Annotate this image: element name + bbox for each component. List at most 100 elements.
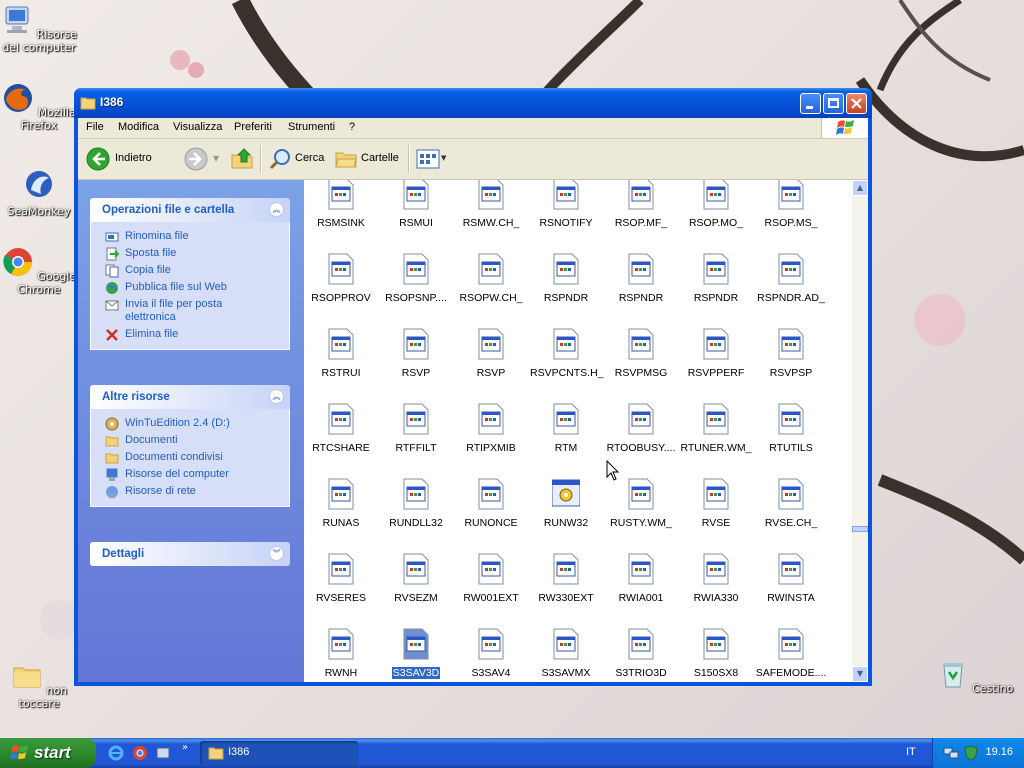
forward-dropdown-arrow[interactable]: ▼ xyxy=(213,154,219,163)
file-item[interactable]: RTUNER.WM_ xyxy=(679,403,753,454)
language-indicator[interactable]: IT xyxy=(906,746,916,758)
task-delete-file[interactable]: Elimina file xyxy=(91,326,289,343)
desktop-icon-chrome[interactable]: Google Chrome xyxy=(0,246,78,296)
start-button[interactable]: start xyxy=(0,738,96,768)
file-item[interactable]: RWIA001 xyxy=(604,553,678,604)
file-item[interactable]: RSVP xyxy=(379,328,453,379)
maximize-button[interactable] xyxy=(823,93,844,114)
file-item[interactable]: RSOPSNP.... xyxy=(379,253,453,304)
other-places-header[interactable]: Altre risorse ︽ xyxy=(90,385,290,409)
file-item[interactable]: RSPNDR xyxy=(529,253,603,304)
file-item[interactable]: RVSERES xyxy=(304,553,378,604)
place-documents[interactable]: Documenti xyxy=(91,432,289,449)
desktop-icon-folder[interactable]: non toccare xyxy=(0,660,78,710)
file-item[interactable]: S3SAV4 xyxy=(454,628,528,679)
menu-visualizza[interactable]: Visualizza xyxy=(173,121,222,133)
file-item[interactable]: RW330EXT xyxy=(529,553,603,604)
file-item[interactable]: RTIPXMIB xyxy=(454,403,528,454)
quicklaunch-expand-icon[interactable]: » xyxy=(182,742,188,753)
vertical-scrollbar[interactable]: ▲ ▼ xyxy=(852,180,868,682)
views-button[interactable]: ▼ xyxy=(414,147,448,171)
expand-chevron-icon[interactable]: ︾ xyxy=(269,546,284,561)
file-item[interactable]: RTFFILT xyxy=(379,403,453,454)
file-item[interactable]: RUNW32 xyxy=(529,478,603,529)
close-button[interactable] xyxy=(846,93,867,114)
file-item[interactable]: RSMSINK xyxy=(304,180,378,229)
file-item[interactable]: RTOOBUSY.... xyxy=(604,403,678,454)
file-item[interactable]: RTUTILS xyxy=(754,403,828,454)
menu-preferiti[interactable]: Preferiti xyxy=(234,121,272,133)
desktop-icon-seamonkey[interactable]: SeaMonkey xyxy=(0,168,78,218)
place-my-computer[interactable]: Risorse del computer xyxy=(91,466,289,483)
minimize-button[interactable] xyxy=(800,93,821,114)
file-item[interactable]: RSVPSP xyxy=(754,328,828,379)
collapse-chevron-icon[interactable]: ︽ xyxy=(269,202,284,217)
scroll-up-button[interactable]: ▲ xyxy=(852,180,868,196)
menu-strumenti[interactable]: Strumenti xyxy=(288,121,335,133)
taskbar-item-i386[interactable]: I386 xyxy=(200,741,358,765)
collapse-chevron-icon[interactable]: ︽ xyxy=(269,389,284,404)
file-item[interactable]: RSPNDR xyxy=(679,253,753,304)
file-item[interactable]: S3SAV3D xyxy=(379,628,453,679)
file-item[interactable]: S3TRIO3D xyxy=(604,628,678,679)
task-send-email[interactable]: Invia il file per posta elettronica xyxy=(91,296,289,326)
scroll-down-button[interactable]: ▼ xyxy=(852,666,868,682)
file-item[interactable]: RVSE xyxy=(679,478,753,529)
file-item[interactable]: RSMUI xyxy=(379,180,453,229)
folders-button[interactable]: Cartelle xyxy=(332,145,404,173)
file-item[interactable]: RSMW.CH_ xyxy=(454,180,528,229)
title-bar[interactable]: I386 xyxy=(74,88,872,118)
menu-file[interactable]: File xyxy=(86,121,104,133)
file-item[interactable]: RTM xyxy=(529,403,603,454)
file-item[interactable]: RWINSTA xyxy=(754,553,828,604)
menu-help[interactable]: ? xyxy=(349,121,355,133)
file-item[interactable]: RWNH xyxy=(304,628,378,679)
menu-modifica[interactable]: Modifica xyxy=(118,121,159,133)
task-copy-file[interactable]: Copia file xyxy=(91,262,289,279)
desktop-icon-recycle-bin[interactable]: Cestino xyxy=(936,658,1014,695)
file-item[interactable]: RSOP.MF_ xyxy=(604,180,678,229)
file-item[interactable]: RUNONCE xyxy=(454,478,528,529)
scroll-thumb[interactable] xyxy=(852,526,868,532)
chrome-quicklaunch-icon[interactable] xyxy=(132,745,148,761)
file-item[interactable]: RSVPCNTS.H_ xyxy=(529,328,604,379)
file-item[interactable]: RSOPW.CH_ xyxy=(454,253,528,304)
back-button[interactable]: Indietro xyxy=(84,145,166,173)
file-item[interactable]: RSOP.MS_ xyxy=(754,180,828,229)
file-item[interactable]: RVSEZM xyxy=(379,553,453,604)
place-drive-d[interactable]: WinTuEdition 2.4 (D:) xyxy=(91,415,289,432)
file-tasks-header[interactable]: Operazioni file e cartella ︽ xyxy=(90,198,290,222)
place-shared-documents[interactable]: Documenti condivisi xyxy=(91,449,289,466)
task-rename-file[interactable]: Rinomina file xyxy=(91,228,289,245)
file-item[interactable]: RSNOTIFY xyxy=(529,180,603,229)
network-tray-icon[interactable] xyxy=(943,745,959,761)
file-item[interactable]: RSOP.MO_ xyxy=(679,180,753,229)
file-item[interactable]: RVSE.CH_ xyxy=(754,478,828,529)
ie-quicklaunch-icon[interactable] xyxy=(108,745,124,761)
file-item[interactable]: RSVPMSG xyxy=(604,328,678,379)
file-item[interactable]: RSVPPERF xyxy=(679,328,753,379)
task-move-file[interactable]: Sposta file xyxy=(91,245,289,262)
file-item[interactable]: RSPNDR xyxy=(604,253,678,304)
file-item[interactable]: RSPNDR.AD_ xyxy=(754,253,828,304)
file-item[interactable]: RUSTY.WM_ xyxy=(604,478,678,529)
desktop-quicklaunch-icon[interactable] xyxy=(155,745,171,761)
task-publish-web[interactable]: Pubblica file sul Web xyxy=(91,279,289,296)
shield-tray-icon[interactable] xyxy=(963,745,979,761)
file-item[interactable]: RTCSHARE xyxy=(304,403,378,454)
file-item[interactable]: RW001EXT xyxy=(454,553,528,604)
details-header[interactable]: Dettagli ︾ xyxy=(90,542,290,566)
desktop-icon-firefox[interactable]: Mozilla Firefox xyxy=(0,82,78,132)
file-item[interactable]: RUNAS xyxy=(304,478,378,529)
file-item[interactable]: RWIA330 xyxy=(679,553,753,604)
up-folder-icon[interactable] xyxy=(230,146,254,170)
file-item[interactable]: RSTRUI xyxy=(304,328,378,379)
file-item[interactable]: S3SAVMX xyxy=(529,628,603,679)
search-button[interactable]: Cerca xyxy=(266,145,328,173)
place-network[interactable]: Risorse di rete xyxy=(91,483,289,500)
forward-arrow-icon[interactable] xyxy=(184,147,208,171)
file-item[interactable]: S150SX8 xyxy=(679,628,753,679)
file-item[interactable]: RSVP xyxy=(454,328,528,379)
file-item[interactable]: SAFEMODE.... xyxy=(754,628,828,679)
file-item[interactable]: RSOPPROV xyxy=(304,253,378,304)
